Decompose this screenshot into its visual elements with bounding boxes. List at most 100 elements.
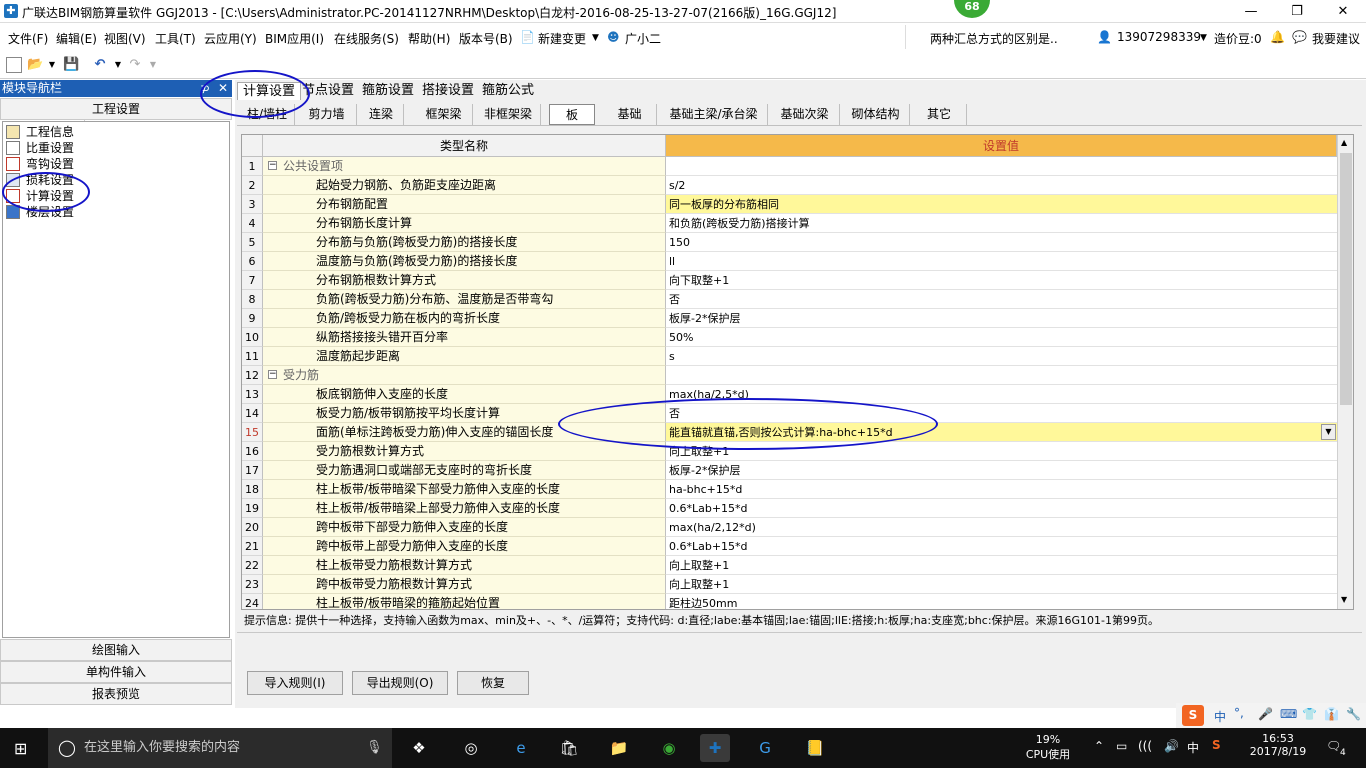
g-app-icon[interactable]: G <box>750 734 780 762</box>
row-setting-value[interactable]: 向上取整+1 <box>666 575 1337 594</box>
row-setting-value[interactable]: 向下取整+1 <box>666 271 1337 290</box>
volume-icon[interactable]: 🔊 <box>1164 739 1179 753</box>
phone-account[interactable]: 13907298339 <box>1117 30 1201 44</box>
table-row[interactable]: 7 分布钢筋根数计算方式 向下取整+1 <box>242 271 1337 290</box>
settings-icon[interactable]: 🔧 <box>1346 707 1361 721</box>
menu-help[interactable]: 帮助(H) <box>408 30 450 47</box>
menu-new-change[interactable]: 新建变更 <box>538 30 586 47</box>
menu-file[interactable]: 文件(F) <box>8 30 48 47</box>
nav-item-weight[interactable]: 比重设置 <box>6 139 74 155</box>
row-setting-value[interactable]: s <box>666 347 1337 366</box>
save-icon[interactable]: 💾 <box>63 57 79 73</box>
windows-start-icon[interactable]: ⊞ <box>14 739 32 758</box>
tray-chevron-icon[interactable]: ⌃ <box>1094 739 1104 753</box>
subtab-shear-wall[interactable]: 剪力墙 <box>297 104 357 125</box>
tab-lap-settings[interactable]: 搭接设置 <box>417 82 479 100</box>
open-dropdown-icon[interactable]: ▼ <box>44 57 60 73</box>
table-row[interactable]: 3 分布钢筋配置 同一板厚的分布筋相同 <box>242 195 1337 214</box>
scroll-thumb[interactable] <box>1340 153 1352 405</box>
menu-edit[interactable]: 编辑(E) <box>56 30 97 47</box>
notes-app-icon[interactable]: 📒 <box>800 734 830 762</box>
coin-balance[interactable]: 造价豆:0 <box>1214 30 1262 47</box>
table-row[interactable]: 20 跨中板带下部受力筋伸入支座的长度 max(ha/2,12*d) <box>242 518 1337 537</box>
sogou-lang[interactable]: 中 <box>1214 708 1226 725</box>
wifi-icon[interactable]: ((( <box>1138 739 1152 753</box>
redo-icon[interactable]: ↷ <box>127 57 143 73</box>
menu-online[interactable]: 在线服务(S) <box>334 30 399 47</box>
feedback-link[interactable]: 我要建议 <box>1312 30 1360 47</box>
row-setting-value[interactable]: 和负筋(跨板受力筋)搭接计算 <box>666 214 1337 233</box>
row-setting-value[interactable]: s/2 <box>666 176 1337 195</box>
notice-link[interactable]: 两种汇总方式的区别是.. <box>930 30 1058 47</box>
row-setting-value[interactable]: 向上取整+1 <box>666 556 1337 575</box>
menu-view[interactable]: 视图(V) <box>104 30 146 47</box>
microphone-icon[interactable]: 🎙 <box>366 728 383 768</box>
cpu-usage[interactable]: 19% CPU使用 <box>1024 733 1072 762</box>
nav-report-preview[interactable]: 报表预览 <box>0 683 232 705</box>
tools-icon[interactable]: 👔 <box>1324 707 1339 721</box>
table-row[interactable]: 4 分布钢筋长度计算 和负筋(跨板受力筋)搭接计算 <box>242 214 1337 233</box>
file-explorer-icon[interactable]: 📁 <box>604 734 634 762</box>
menu-bim[interactable]: BIM应用(I) <box>265 30 324 47</box>
mic-icon[interactable]: 🎤 <box>1258 707 1273 721</box>
browser-360-icon[interactable]: ◉ <box>654 734 684 762</box>
ime-indicator[interactable]: 中 <box>1187 739 1199 756</box>
table-row[interactable]: 18 柱上板带/板带暗梁下部受力筋伸入支座的长度 ha-bhc+15*d <box>242 480 1337 499</box>
table-row[interactable]: 23 跨中板带受力筋根数计算方式 向上取整+1 <box>242 575 1337 594</box>
row-setting-value[interactable]: ha-bhc+15*d <box>666 480 1337 499</box>
table-row[interactable]: 6 温度筋与负筋(跨板受力筋)的搭接长度 ll <box>242 252 1337 271</box>
row-setting-value[interactable]: max(ha/2,12*d) <box>666 518 1337 537</box>
account-dropdown-icon[interactable]: ▼ <box>1200 33 1207 43</box>
restore-button[interactable]: 恢复 <box>457 671 529 695</box>
table-row[interactable]: 11 温度筋起步距离 s <box>242 347 1337 366</box>
table-row[interactable]: 17 受力筋遇洞口或端部无支座时的弯折长度 板厚-2*保护层 <box>242 461 1337 480</box>
subtab-foundation-secondary-beam[interactable]: 基础次梁 <box>770 104 840 125</box>
menu-assistant[interactable]: 广小二 <box>625 30 661 47</box>
row-setting-value[interactable]: 距柱边50mm <box>666 594 1337 609</box>
row-setting-value[interactable]: 150 <box>666 233 1337 252</box>
collapse-icon[interactable]: − <box>268 161 277 170</box>
table-row[interactable]: 12 受力筋 − <box>242 366 1337 385</box>
collapse-icon[interactable]: − <box>268 370 277 379</box>
menu-cloud[interactable]: 云应用(Y) <box>204 30 257 47</box>
minimize-icon[interactable]: — <box>1228 0 1274 23</box>
table-row[interactable]: 21 跨中板带上部受力筋伸入支座的长度 0.6*Lab+15*d <box>242 537 1337 556</box>
table-row[interactable]: 5 分布筋与负筋(跨板受力筋)的搭接长度 150 <box>242 233 1337 252</box>
tab-stirrup-settings[interactable]: 箍筋设置 <box>357 82 419 100</box>
subtab-foundation[interactable]: 基础 <box>603 104 657 125</box>
subtab-slab[interactable]: 板 <box>549 104 595 125</box>
menu-tools[interactable]: 工具(T) <box>155 30 196 47</box>
clock[interactable]: 16:53 2017/8/19 <box>1248 732 1308 758</box>
undo-icon[interactable]: ↶ <box>92 57 108 73</box>
import-rules-button[interactable]: 导入规则(I) <box>247 671 343 695</box>
undo-dropdown-icon[interactable]: ▼ <box>110 57 126 73</box>
subtab-frame-beam[interactable]: 框架梁 <box>415 104 473 125</box>
restore-icon[interactable]: ❐ <box>1274 0 1320 23</box>
redo-dropdown-icon[interactable]: ▼ <box>145 57 161 73</box>
open-folder-icon[interactable]: 📂 <box>27 57 43 73</box>
table-row[interactable]: 24 柱上板带/板带暗梁的箍筋起始位置 距柱边50mm <box>242 594 1337 609</box>
vertical-scrollbar[interactable]: ▲ ▼ <box>1337 135 1353 609</box>
task-view-icon[interactable]: ❖ <box>404 734 434 762</box>
row-setting-value[interactable]: 0.6*Lab+15*d <box>666 499 1337 518</box>
row-setting-value[interactable]: ll <box>666 252 1337 271</box>
scroll-down-icon[interactable]: ▼ <box>1341 595 1347 604</box>
table-row[interactable]: 9 负筋/跨板受力筋在板内的弯折长度 板厚-2*保护层 <box>242 309 1337 328</box>
row-setting-value[interactable]: 板厚-2*保护层 <box>666 461 1337 480</box>
close-icon[interactable]: ✕ <box>1320 0 1366 23</box>
table-row[interactable]: 10 纵筋搭接接头错开百分率 50% <box>242 328 1337 347</box>
value-dropdown-icon[interactable]: ▼ <box>1321 424 1336 440</box>
table-row[interactable]: 8 负筋(跨板受力筋)分布筋、温度筋是否带弯勾否 <box>242 290 1337 309</box>
edge-icon[interactable]: e <box>506 734 536 762</box>
store-icon[interactable]: 🛍 <box>554 734 584 762</box>
app-icon[interactable]: ✚ <box>4 4 18 18</box>
export-rules-button[interactable]: 导出规则(O) <box>352 671 448 695</box>
row-setting-value[interactable]: 0.6*Lab+15*d <box>666 537 1337 556</box>
subtab-non-frame-beam[interactable]: 非框架梁 <box>476 104 541 125</box>
chevron-down-icon[interactable]: ▼ <box>592 33 599 43</box>
subtab-other[interactable]: 其它 <box>912 104 967 125</box>
skin-icon[interactable]: 👕 <box>1302 707 1317 721</box>
sogou-logo-icon[interactable]: S <box>1182 705 1204 726</box>
taskbar-search[interactable]: ◯ 在这里输入你要搜索的内容 🎙 <box>48 728 392 768</box>
glodon-app-icon[interactable]: ✚ <box>700 734 730 762</box>
